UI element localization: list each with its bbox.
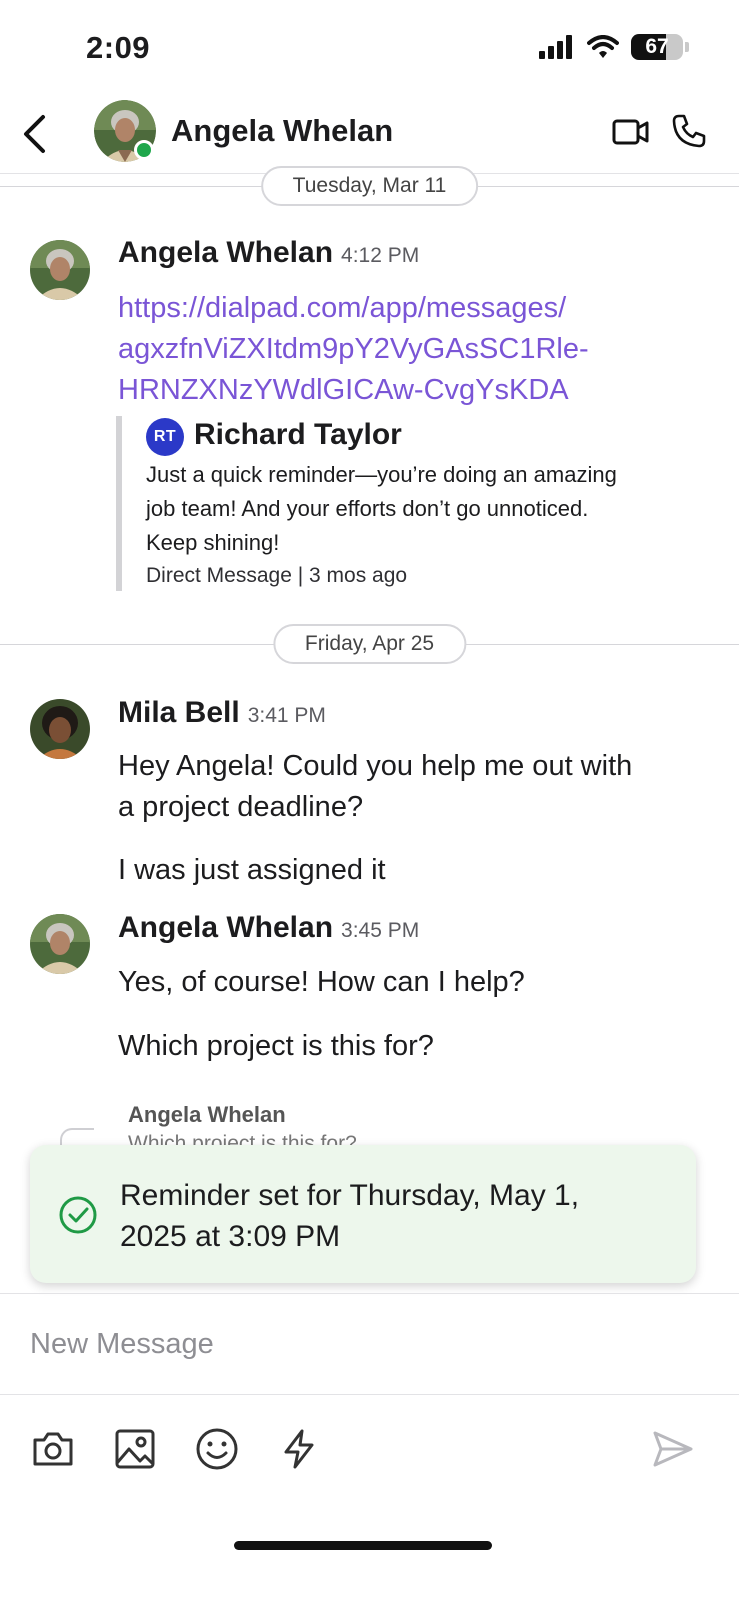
toast-line: Reminder set for Thursday, May 1, bbox=[120, 1179, 580, 1212]
message-text-line: a project deadline? bbox=[118, 791, 364, 823]
quote-meta: Direct Message | 3 mos ago bbox=[146, 564, 408, 587]
message-text: Hey Angela! Could you help me out with a… bbox=[118, 746, 708, 828]
message-text-line: Hey Angela! Could you help me out with bbox=[118, 750, 633, 782]
camera-icon bbox=[33, 1432, 73, 1466]
home-indicator bbox=[234, 1541, 492, 1550]
check-circle-icon bbox=[59, 1196, 97, 1234]
back-button[interactable] bbox=[14, 112, 54, 156]
message-header: Mila Bell 3:41 PM bbox=[118, 696, 326, 730]
status-bar: 2:09 67 bbox=[0, 0, 739, 96]
composer-toolbar bbox=[0, 1420, 739, 1480]
send-button[interactable] bbox=[648, 1424, 698, 1474]
date-label: Tuesday, Mar 11 bbox=[260, 166, 479, 206]
date-label: Friday, Apr 25 bbox=[272, 624, 467, 664]
chat-header: Angela Whelan bbox=[0, 96, 739, 174]
send-icon bbox=[653, 1431, 693, 1467]
reply-arrow-icon bbox=[60, 1128, 94, 1146]
sender-name[interactable]: Mila Bell bbox=[118, 696, 240, 730]
contact-name[interactable]: Angela Whelan bbox=[171, 113, 393, 149]
quote-text-line: Keep shining! bbox=[146, 530, 280, 555]
toast-line: 2025 at 3:09 PM bbox=[120, 1220, 341, 1253]
wifi-icon bbox=[587, 35, 619, 58]
sender-name[interactable]: Angela Whelan bbox=[118, 236, 333, 270]
message-link[interactable]: https://dialpad.com/app/messages/ agxzfn… bbox=[118, 288, 708, 411]
chevron-left-icon bbox=[24, 115, 45, 153]
date-separator: Friday, Apr 25 bbox=[0, 624, 739, 664]
image-button[interactable] bbox=[110, 1424, 160, 1474]
video-camera-icon bbox=[612, 119, 649, 145]
message-header: Angela Whelan 4:12 PM bbox=[118, 236, 419, 270]
message-header: Angela Whelan 3:45 PM bbox=[118, 911, 419, 945]
emoji-button[interactable] bbox=[192, 1424, 242, 1474]
message-composer bbox=[0, 1293, 739, 1395]
presence-online-dot bbox=[134, 140, 154, 160]
quote-text: Just a quick reminder—you’re doing an am… bbox=[146, 458, 706, 560]
video-call-button[interactable] bbox=[610, 112, 652, 152]
battery-cap bbox=[685, 42, 689, 52]
phone-call-button[interactable] bbox=[668, 110, 710, 152]
emoji-icon bbox=[196, 1428, 238, 1470]
reminder-toast[interactable]: Reminder set for Thursday, May 1, 2025 a… bbox=[30, 1145, 696, 1283]
signal-icon bbox=[539, 35, 572, 59]
message-time: 3:41 PM bbox=[247, 704, 326, 727]
reply-preview-name: Angela Whelan bbox=[128, 1102, 286, 1127]
message-text: Which project is this for? bbox=[118, 1030, 434, 1062]
quote-author-name: Richard Taylor bbox=[194, 418, 402, 451]
battery-indicator: 67 bbox=[631, 34, 683, 60]
sender-avatar[interactable] bbox=[30, 240, 90, 300]
toast-message: Reminder set for Thursday, May 1, 2025 a… bbox=[120, 1175, 660, 1257]
quick-actions-button[interactable] bbox=[274, 1424, 324, 1474]
quote-author-avatar: RT bbox=[146, 418, 184, 456]
date-separator: Tuesday, Mar 11 bbox=[0, 166, 739, 206]
quote-text-line: Just a quick reminder—you’re doing an am… bbox=[146, 462, 617, 487]
message-text: Yes, of course! How can I help? bbox=[118, 966, 525, 998]
link-line[interactable]: HRNZXNzYWdlGICAw-CvgYsKDA bbox=[118, 370, 708, 411]
reply-preview[interactable]: Angela Whelan Which project is this for? bbox=[60, 1098, 700, 1146]
camera-button[interactable] bbox=[28, 1424, 78, 1474]
battery-level: 67 bbox=[645, 35, 669, 58]
phone-icon bbox=[672, 114, 706, 148]
message-time: 4:12 PM bbox=[341, 244, 420, 267]
image-icon bbox=[115, 1429, 155, 1469]
reply-preview-text: Which project is this for? bbox=[128, 1132, 357, 1146]
sender-avatar[interactable] bbox=[30, 699, 90, 759]
sender-name[interactable]: Angela Whelan bbox=[118, 911, 333, 945]
quoted-message-card[interactable]: RT Richard Taylor Just a quick reminder—… bbox=[116, 416, 706, 591]
status-icons: 67 bbox=[539, 34, 689, 60]
message-time: 3:45 PM bbox=[341, 919, 420, 942]
status-time: 2:09 bbox=[86, 30, 151, 65]
sender-avatar[interactable] bbox=[30, 914, 90, 974]
quote-text-line: job team! And your efforts don’t go unno… bbox=[146, 496, 589, 521]
link-line[interactable]: https://dialpad.com/app/messages/ bbox=[118, 288, 708, 329]
lightning-icon bbox=[284, 1429, 314, 1469]
new-message-input[interactable] bbox=[30, 1320, 670, 1368]
message-text: I was just assigned it bbox=[118, 854, 386, 886]
link-line[interactable]: agxzfnViZXItdm9pY2VyGAsSC1Rle- bbox=[118, 329, 708, 370]
